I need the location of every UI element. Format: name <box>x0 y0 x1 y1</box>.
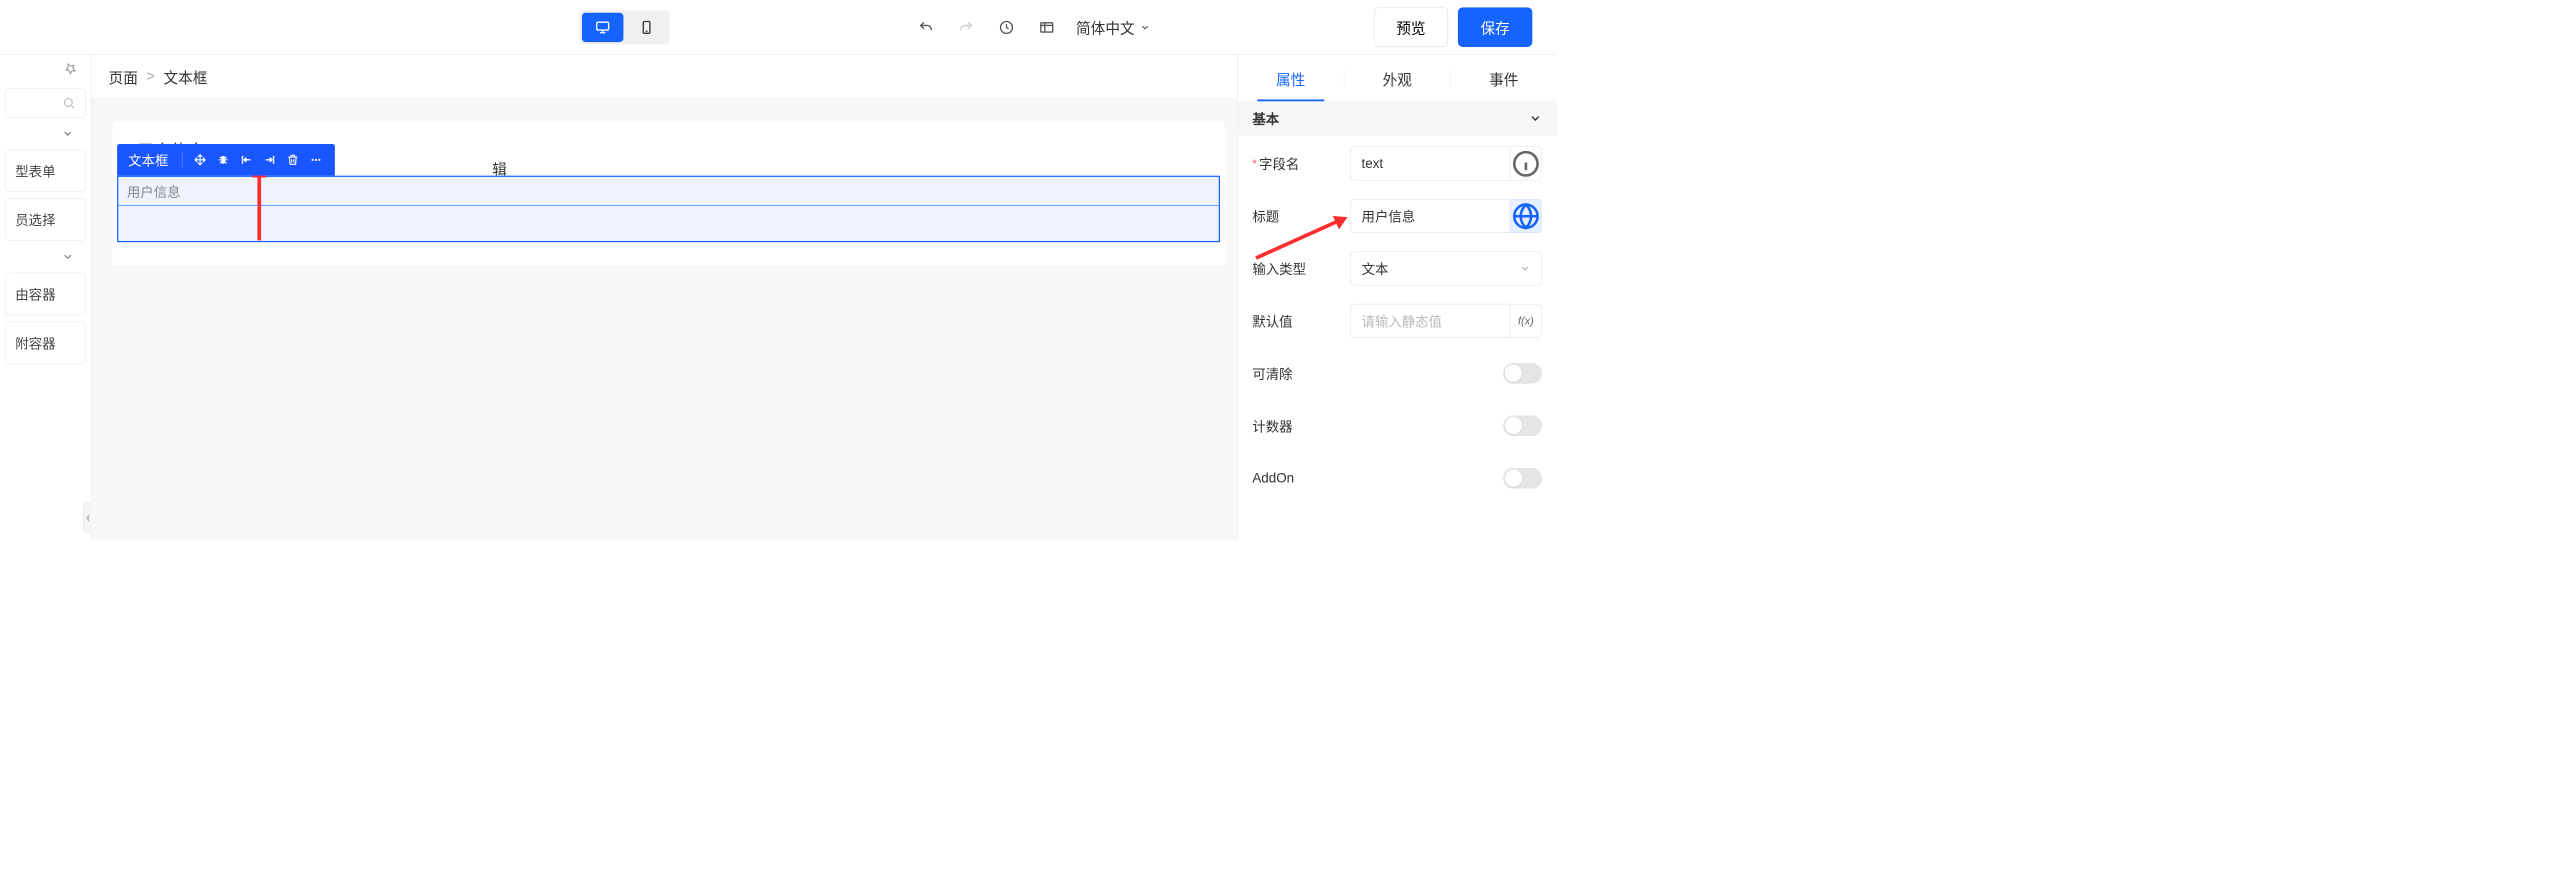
input-title[interactable]: 用户信息 <box>1350 199 1510 233</box>
undo-icon <box>918 19 934 35</box>
arrow-left-bar-icon <box>240 153 253 166</box>
property-tabs: 属性 外观 事件 <box>1238 55 1557 101</box>
move-handle[interactable] <box>188 148 211 171</box>
select-input-type[interactable]: 文本 <box>1350 251 1542 285</box>
row-counter: 计数器 <box>1252 404 1542 448</box>
chevron-down-icon <box>1520 263 1531 274</box>
row-title: 标题 用户信息 <box>1252 194 1542 238</box>
select-input-type-value: 文本 <box>1362 259 1389 279</box>
toolbar-separator <box>182 152 183 168</box>
chevron-down-icon <box>1139 22 1150 33</box>
label-addon: AddOn <box>1252 470 1294 486</box>
move-icon <box>193 153 206 166</box>
breadcrumb: 页面 > 文本框 <box>92 55 1238 99</box>
toggle-addon[interactable] <box>1503 468 1542 489</box>
history-actions: 简体中文 <box>915 16 1150 38</box>
arrow-right-bar-icon <box>263 153 276 166</box>
label-title: 标题 <box>1252 206 1279 226</box>
more-button[interactable] <box>304 148 327 171</box>
input-default-value[interactable]: 请输入静态值 <box>1350 304 1510 338</box>
device-mobile-button[interactable] <box>626 13 667 42</box>
selection-type-label: 文本框 <box>124 150 175 170</box>
textfield-label: 用户信息 <box>118 177 1218 206</box>
globe-icon <box>1510 200 1541 231</box>
pin-icon <box>64 62 77 75</box>
palette-item-free-container[interactable]: 由容器 <box>5 273 86 316</box>
form-card: 用户信息 辑 文本框 <box>112 121 1225 267</box>
label-field-name: 字段名 <box>1259 154 1299 174</box>
trash-icon <box>286 153 299 166</box>
language-label: 简体中文 <box>1076 16 1135 37</box>
row-default-value: 默认值 请输入静态值 f(x) <box>1252 299 1542 343</box>
section-basic-label: 基本 <box>1252 109 1279 129</box>
row-field-name: *字段名 text <box>1252 142 1542 186</box>
fx-icon: f(x) <box>1518 314 1534 327</box>
component-search[interactable] <box>5 88 86 117</box>
pin-button[interactable] <box>64 62 77 77</box>
palette-item-attach-container[interactable]: 附容器 <box>5 321 86 364</box>
label-input-type: 输入类型 <box>1252 259 1306 279</box>
field-name-info[interactable] <box>1510 146 1542 180</box>
breadcrumb-separator: > <box>146 68 155 85</box>
info-icon <box>1510 148 1541 179</box>
row-input-type: 输入类型 文本 <box>1252 246 1542 290</box>
clock-icon <box>999 19 1015 35</box>
row-clearable: 可清除 <box>1252 351 1542 395</box>
sidebar-expand-handle[interactable] <box>83 503 92 534</box>
insert-after-button[interactable] <box>258 148 281 171</box>
chevron-down-icon <box>62 127 74 139</box>
history-button[interactable] <box>996 16 1018 38</box>
collapse-toggle-1[interactable] <box>5 124 86 144</box>
delete-button[interactable] <box>281 148 304 171</box>
label-clearable: 可清除 <box>1252 364 1292 384</box>
desktop-icon <box>595 19 611 35</box>
section-basic-header[interactable]: 基本 <box>1238 101 1557 135</box>
breadcrumb-parent[interactable]: 页面 <box>109 66 138 87</box>
redo-button[interactable] <box>955 16 977 38</box>
device-switch <box>580 10 670 44</box>
chevron-down-icon <box>1529 112 1542 125</box>
bug-icon <box>217 153 230 166</box>
preview-button[interactable]: 预览 <box>1374 7 1448 47</box>
selection-toolbar: 文本框 <box>117 144 335 176</box>
mobile-icon <box>639 19 655 35</box>
breadcrumb-current: 文本框 <box>163 66 207 87</box>
canvas-area: 页面 > 文本框 用户信息 辑 文本框 <box>92 55 1238 539</box>
dots-icon <box>309 153 322 166</box>
tab-appearance[interactable]: 外观 <box>1344 55 1450 101</box>
search-icon <box>62 96 75 109</box>
tab-events[interactable]: 事件 <box>1451 55 1557 101</box>
collapse-toggle-2[interactable] <box>5 247 86 267</box>
palette-item-user-select[interactable]: 员选择 <box>5 198 86 241</box>
row-addon: AddOn <box>1252 456 1542 500</box>
save-button[interactable]: 保存 <box>1458 7 1532 47</box>
palette-item-form[interactable]: 型表单 <box>5 149 86 192</box>
debug-button[interactable] <box>212 148 235 171</box>
toggle-clearable[interactable] <box>1503 363 1542 384</box>
grid-button[interactable] <box>1036 16 1058 38</box>
top-toolbar: 简体中文 预览 保存 <box>0 0 1557 55</box>
undo-button[interactable] <box>915 16 937 38</box>
title-i18n-button[interactable] <box>1510 199 1542 233</box>
component-palette: 型表单 员选择 由容器 附容器 <box>0 55 92 539</box>
default-value-fx-button[interactable]: f(x) <box>1510 304 1542 338</box>
insert-before-button[interactable] <box>235 148 258 171</box>
device-desktop-button[interactable] <box>582 13 623 42</box>
chevron-down-icon <box>62 251 74 263</box>
caret-left-icon <box>84 510 92 526</box>
toggle-counter[interactable] <box>1503 415 1542 436</box>
selected-textfield[interactable]: 用户信息 <box>117 176 1220 242</box>
redo-icon <box>958 19 974 35</box>
input-field-name[interactable]: text <box>1350 146 1510 180</box>
label-default-value: 默认值 <box>1252 311 1292 331</box>
grid-icon <box>1039 19 1055 35</box>
tab-properties[interactable]: 属性 <box>1238 55 1344 101</box>
label-counter: 计数器 <box>1252 416 1292 436</box>
design-canvas[interactable]: 用户信息 辑 文本框 <box>92 99 1238 539</box>
property-panel: 属性 外观 事件 基本 *字段名 text 标题 <box>1237 55 1557 539</box>
textfield-input[interactable] <box>118 206 1218 241</box>
language-selector[interactable]: 简体中文 <box>1076 16 1150 37</box>
